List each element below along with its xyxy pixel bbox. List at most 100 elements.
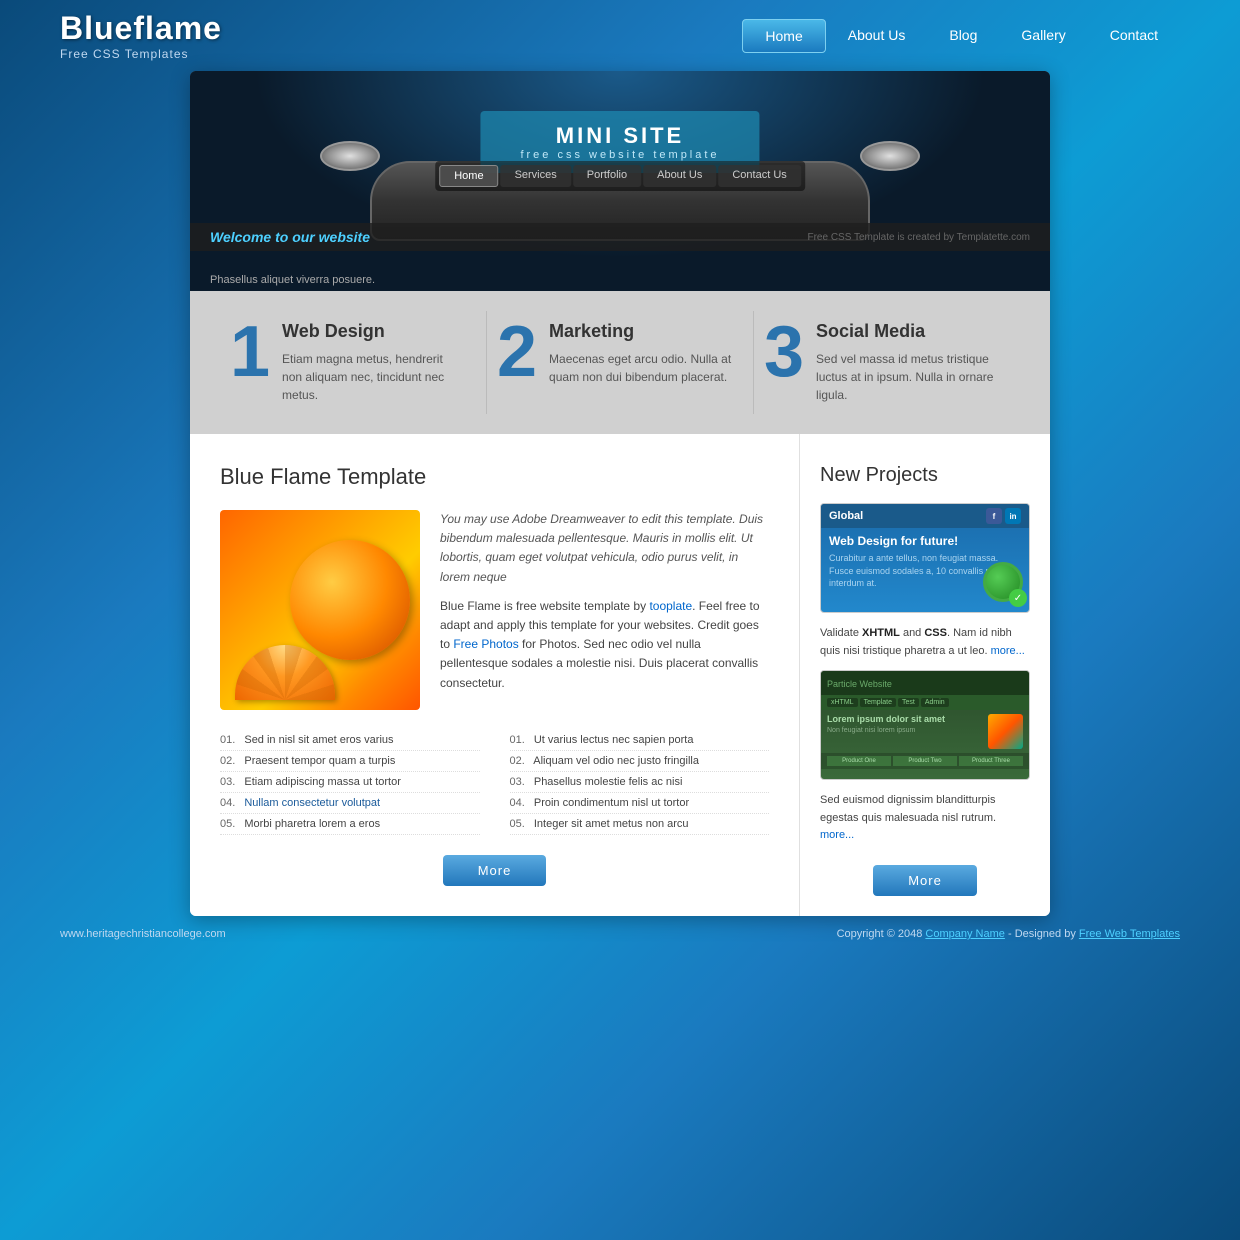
free-photos-link[interactable]: Free Photos <box>453 637 518 651</box>
feature-number-2: 2 <box>497 316 537 388</box>
feature-content-2: Marketing Maecenas eget arcu odio. Nulla… <box>549 321 733 386</box>
logo-subtitle: Free CSS Templates <box>60 47 222 61</box>
feature-content-3: Social Media Sed vel massa id metus tris… <box>816 321 1000 404</box>
linkedin-icon[interactable]: in <box>1005 508 1021 524</box>
logo-title: Blueflame <box>60 10 222 47</box>
headlight-right <box>860 141 920 171</box>
thumb2-nav-2[interactable]: Template <box>860 698 896 707</box>
thumb2-product-3: Product Three <box>959 756 1023 766</box>
thumb2-footer: Product One Product Two Product Three <box>821 753 1029 769</box>
hero-nav-home[interactable]: Home <box>439 165 498 187</box>
thumb2-product-1: Product One <box>827 756 891 766</box>
footer-copyright: Copyright © 2048 Company Name - Designed… <box>837 928 1180 940</box>
thumb2-nav-1[interactable]: xHTML <box>827 698 858 707</box>
feature-desc-3: Sed vel massa id metus tristique luctus … <box>816 350 1000 404</box>
list-item: 04. Nullam consectetur volutpat <box>220 793 480 814</box>
orange-circle <box>290 540 410 660</box>
headlight-left <box>320 141 380 171</box>
company-link[interactable]: Company Name <box>925 928 1004 940</box>
feature-3: 3 Social Media Sed vel massa id metus tr… <box>754 311 1020 414</box>
list-col-1: 01. Sed in nisl sit amet eros varius 02.… <box>220 730 480 835</box>
thumb2-body: Non feugiat nisi lorem ipsum <box>827 727 982 734</box>
nav-gallery[interactable]: Gallery <box>999 19 1087 53</box>
thumb1-title: Web Design for future! <box>829 534 1021 548</box>
right-column: New Projects Global f in Web Design for … <box>800 434 1050 916</box>
logo-area: Blueflame Free CSS Templates <box>60 10 222 61</box>
feature-content-1: Web Design Etiam magna metus, hendrerit … <box>282 321 466 404</box>
more-button-right[interactable]: More <box>873 865 977 896</box>
list-item: 03. Etiam adipiscing massa ut tortor <box>220 772 480 793</box>
templates-link[interactable]: Free Web Templates <box>1079 928 1180 940</box>
hero-nav-about[interactable]: About Us <box>643 165 716 187</box>
feature-number-1: 1 <box>230 316 270 388</box>
hero-lorem: Phasellus aliquet viverra posuere. <box>210 274 375 286</box>
thumb2-text: Lorem ipsum dolor sit amet Non feugiat n… <box>827 714 982 749</box>
project2-desc: Sed euismod dignissim blanditturpis eges… <box>820 792 1030 845</box>
hero-nav-services[interactable]: Services <box>501 165 571 187</box>
more-btn-wrapper: More <box>220 855 769 886</box>
nav-contact[interactable]: Contact <box>1088 19 1180 53</box>
thumb1-brand: Global <box>829 510 863 522</box>
thumb2-product-2: Product Two <box>893 756 957 766</box>
list-item: 02. Aliquam vel odio nec justo fringilla <box>510 751 770 772</box>
feature-2: 2 Marketing Maecenas eget arcu odio. Nul… <box>487 311 754 414</box>
project2-more-link[interactable]: more... <box>820 829 854 841</box>
hero-nav-portfolio[interactable]: Portfolio <box>573 165 641 187</box>
project-thumb-2[interactable]: Particle Website xHTML Template Test Adm… <box>820 670 1030 780</box>
nav-blog[interactable]: Blog <box>927 19 999 53</box>
content-area: Blue Flame Template You may use Adobe Dr… <box>190 434 1050 916</box>
list-2: 01. Ut varius lectus nec sapien porta 02… <box>510 730 770 835</box>
header: Blueflame Free CSS Templates Home About … <box>0 0 1240 71</box>
main-nav: Home About Us Blog Gallery Contact <box>742 19 1180 53</box>
thumb1-social: f in <box>986 508 1021 524</box>
article-body: Blue Flame is free website template by t… <box>440 597 769 693</box>
hero-credit: Free CSS Template is created by Template… <box>807 232 1030 243</box>
checkmark-icon: ✓ <box>1009 589 1027 607</box>
list-item: 02. Praesent tempor quam a turpis <box>220 751 480 772</box>
list-item: 03. Phasellus molestie felis ac nisi <box>510 772 770 793</box>
copyright-text: Copyright © 2048 <box>837 928 923 940</box>
hero-nav-contact[interactable]: Contact Us <box>718 165 800 187</box>
orange-half <box>235 645 335 700</box>
footer-url: www.heritagechristiancollege.com <box>60 928 226 940</box>
feature-title-1: Web Design <box>282 321 466 342</box>
list-1: 01. Sed in nisl sit amet eros varius 02.… <box>220 730 480 835</box>
article-italic: You may use Adobe Dreamweaver to edit th… <box>440 510 769 587</box>
feature-title-2: Marketing <box>549 321 733 342</box>
hero-nav: Home Services Portfolio About Us Contact… <box>435 161 805 191</box>
project-thumb-1[interactable]: Global f in Web Design for future! Curab… <box>820 503 1030 613</box>
thumb2-content: Lorem ipsum dolor sit amet Non feugiat n… <box>821 710 1029 753</box>
orange-segments <box>235 645 335 700</box>
feature-desc-2: Maecenas eget arcu odio. Nulla at quam n… <box>549 350 733 386</box>
thumb2-nav-3[interactable]: Test <box>898 698 919 707</box>
project1-desc: Validate XHTML and CSS. Nam id nibh quis… <box>820 625 1030 660</box>
thumb2-lorem: Lorem ipsum dolor sit amet <box>827 714 982 724</box>
article-layout: You may use Adobe Dreamweaver to edit th… <box>220 510 769 710</box>
nav-about[interactable]: About Us <box>826 19 928 53</box>
orange-image <box>220 510 420 710</box>
list-item: 05. Integer sit amet metus non arcu <box>510 814 770 835</box>
list-link[interactable]: Nullam consectetur volutpat <box>244 797 380 809</box>
feature-desc-1: Etiam magna metus, hendrerit non aliquam… <box>282 350 466 404</box>
left-col-heading: Blue Flame Template <box>220 464 769 490</box>
article-text: You may use Adobe Dreamweaver to edit th… <box>440 510 769 710</box>
hero-tagline: free css website template <box>520 149 719 161</box>
feature-number-3: 3 <box>764 316 804 388</box>
list-item: 01. Ut varius lectus nec sapien porta <box>510 730 770 751</box>
list-item: 01. Sed in nisl sit amet eros varius <box>220 730 480 751</box>
more-button-left[interactable]: More <box>443 855 547 886</box>
thumb2-nav-4[interactable]: Admin <box>921 698 949 707</box>
facebook-icon[interactable]: f <box>986 508 1002 524</box>
main-wrapper: MINI SITE free css website template Home… <box>190 71 1050 916</box>
feature-title-3: Social Media <box>816 321 1000 342</box>
thumb2-header: Particle Website <box>821 671 1029 695</box>
lists-area: 01. Sed in nisl sit amet eros varius 02.… <box>220 730 769 835</box>
tooplate-link[interactable]: tooplate <box>649 599 692 613</box>
nav-home[interactable]: Home <box>742 19 825 53</box>
site-footer: www.heritagechristiancollege.com Copyrig… <box>0 916 1240 952</box>
list-item: 04. Proin condimentum nisl ut tortor <box>510 793 770 814</box>
hero-title: MINI SITE <box>520 123 719 149</box>
project1-more-link[interactable]: more... <box>991 645 1025 657</box>
thumb2-title: Particle Website <box>827 679 892 689</box>
left-column: Blue Flame Template You may use Adobe Dr… <box>190 434 800 916</box>
